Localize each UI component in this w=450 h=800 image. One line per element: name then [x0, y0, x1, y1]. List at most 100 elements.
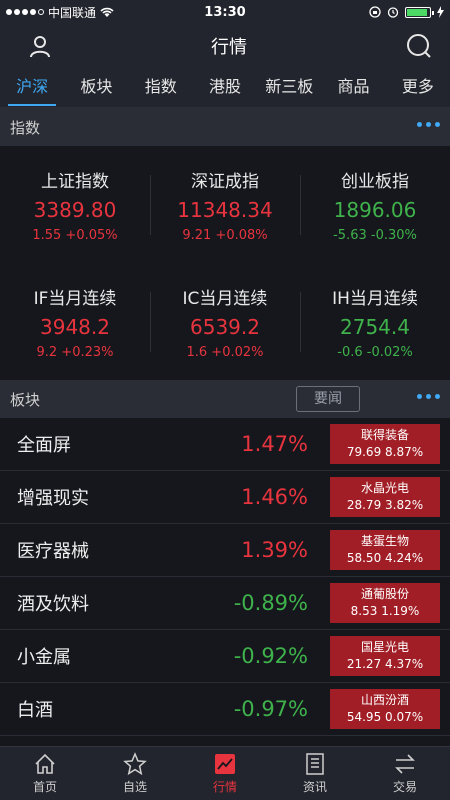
index-value: 11348.34 [177, 197, 273, 222]
index-name: 上证指数 [41, 171, 109, 192]
more-icon[interactable] [417, 122, 440, 127]
leading-stock-info: 28.79 3.82% [346, 498, 424, 512]
tab-watchlist[interactable]: 自选 [90, 747, 180, 800]
search-icon[interactable] [406, 33, 432, 59]
user-icon[interactable] [28, 34, 52, 58]
index-card-ic[interactable]: IC当月连续 6539.2 1.6 +0.02% [150, 284, 300, 360]
sector-change: -0.92% [233, 644, 308, 668]
index-value: 2754.4 [340, 314, 410, 339]
leading-stock-name: 山西汾酒 [360, 693, 409, 707]
index-name: IH当月连续 [332, 288, 418, 309]
tab-label: 交易 [392, 780, 417, 794]
leading-stock-box[interactable]: 基蛋生物 58.50 4.24% [330, 530, 440, 570]
index-row: IF当月连续 3948.2 9.2 +0.23% IC当月连续 6539.2 1… [0, 263, 450, 380]
sector-row[interactable]: 全面屏 1.47% 联得装备 79.69 8.87% [0, 418, 450, 471]
sector-row[interactable]: 白酒 -0.97% 山西汾酒 54.95 0.07% [0, 683, 450, 736]
index-card-if[interactable]: IF当月连续 3948.2 9.2 +0.23% [0, 284, 150, 360]
index-value: 6539.2 [190, 314, 260, 339]
sector-row[interactable]: 小金属 -0.92% 国星光电 21.27 4.37% [0, 630, 450, 683]
page-title: 行情 [211, 37, 247, 58]
index-row: 上证指数 3389.80 1.55 +0.05% 深证成指 11348.34 9… [0, 146, 450, 263]
status-right [369, 6, 444, 18]
nav-bar: 行情 [0, 24, 450, 68]
sector-row[interactable]: 医疗器械 1.39% 基蛋生物 58.50 4.24% [0, 524, 450, 577]
sector-section-header: 板块 要闻 [0, 380, 450, 418]
leading-stock-name: 联得装备 [360, 428, 409, 442]
alarm-icon [387, 7, 399, 18]
index-value: 3948.2 [40, 314, 110, 339]
sector-list: 全面屏 1.47% 联得装备 79.69 8.87% 增强现实 1.46% 水晶… [0, 418, 450, 736]
sector-change: 1.47% [241, 432, 308, 456]
tab-label: 资讯 [302, 780, 327, 794]
leading-stock-name: 基蛋生物 [360, 534, 409, 548]
carrier-label: 中国联通 [48, 5, 97, 20]
sector-name: 医疗器械 [17, 541, 89, 562]
rotation-lock-icon [369, 6, 381, 18]
tab-label: 自选 [122, 780, 147, 794]
sector-change: 1.46% [241, 485, 308, 509]
leading-stock-name: 通葡股份 [360, 587, 409, 601]
tab-more[interactable]: 更多 [386, 68, 450, 108]
sector-row[interactable]: 酒及饮料 -0.89% 通葡股份 8.53 1.19% [0, 577, 450, 630]
tab-news[interactable]: 资讯 [270, 747, 360, 800]
tab-market[interactable]: 行情 [180, 747, 270, 800]
tab-label: 行情 [212, 780, 237, 794]
leading-stock-box[interactable]: 山西汾酒 54.95 0.07% [330, 689, 440, 729]
index-grid: 上证指数 3389.80 1.55 +0.05% 深证成指 11348.34 9… [0, 146, 450, 380]
index-change: 9.2 +0.23% [36, 344, 114, 360]
status-left: 中国联通 [6, 4, 114, 21]
index-card-chinext[interactable]: 创业板指 1896.06 -5.63 -0.30% [300, 167, 450, 243]
index-card-shenzhen[interactable]: 深证成指 11348.34 9.21 +0.08% [150, 167, 300, 243]
leading-stock-info: 21.27 4.37% [346, 657, 424, 671]
index-change: -5.63 -0.30% [333, 227, 417, 243]
tab-trade[interactable]: 交易 [360, 747, 450, 800]
tab-commodities[interactable]: 商品 [321, 68, 385, 108]
index-section-title: 指数 [10, 118, 41, 137]
sector-name: 小金属 [17, 647, 71, 668]
wifi-icon [100, 7, 114, 17]
sector-change: 1.39% [241, 538, 308, 562]
leading-stock-info: 79.69 8.87% [346, 445, 424, 459]
leading-stock-box[interactable]: 水晶光电 28.79 3.82% [330, 477, 440, 517]
signal-icon [6, 9, 44, 15]
sector-name: 白酒 [17, 700, 53, 721]
tab-indices[interactable]: 指数 [129, 68, 193, 108]
leading-stock-name: 水晶光电 [360, 481, 409, 495]
index-value: 3389.80 [33, 197, 117, 222]
index-change: 9.21 +0.08% [182, 227, 268, 243]
leading-stock-box[interactable]: 联得装备 79.69 8.87% [330, 424, 440, 464]
tab-sectors[interactable]: 板块 [64, 68, 128, 108]
sector-section-title: 板块 [10, 390, 41, 409]
index-section-header: 指数 [0, 108, 450, 146]
star-icon [123, 752, 147, 776]
tab-shanghai-shenzhen[interactable]: 沪深 [0, 68, 64, 108]
tab-label: 首页 [32, 780, 57, 794]
tab-hk-stocks[interactable]: 港股 [193, 68, 257, 108]
index-card-ih[interactable]: IH当月连续 2754.4 -0.6 -0.02% [300, 284, 450, 360]
tab-neeq[interactable]: 新三板 [257, 68, 321, 108]
index-value: 1896.06 [333, 197, 417, 222]
index-name: 创业板指 [341, 171, 409, 192]
index-change: -0.6 -0.02% [337, 344, 413, 360]
index-change: 1.55 +0.05% [32, 227, 118, 243]
leading-stock-info: 58.50 4.24% [346, 551, 424, 565]
news-button[interactable]: 要闻 [296, 386, 360, 412]
index-name: 深证成指 [191, 171, 259, 192]
market-tabs: 沪深 板块 指数 港股 新三板 商品 更多 [0, 68, 450, 108]
status-bar: 中国联通 13:30 [0, 0, 450, 24]
more-icon[interactable] [417, 394, 440, 399]
sector-name: 增强现实 [17, 488, 89, 509]
document-icon [306, 753, 324, 775]
leading-stock-box[interactable]: 通葡股份 8.53 1.19% [330, 583, 440, 623]
sector-row[interactable]: 增强现实 1.46% 水晶光电 28.79 3.82% [0, 471, 450, 524]
sector-change: -0.89% [233, 591, 308, 615]
leading-stock-name: 国星光电 [360, 640, 409, 654]
index-card-shanghai[interactable]: 上证指数 3389.80 1.55 +0.05% [0, 167, 150, 243]
index-name: IC当月连续 [182, 288, 268, 309]
home-icon [35, 753, 55, 774]
index-name: IF当月连续 [33, 288, 117, 309]
leading-stock-box[interactable]: 国星光电 21.27 4.37% [330, 636, 440, 676]
tab-home[interactable]: 首页 [0, 747, 90, 800]
battery-icon [405, 6, 434, 18]
transfer-icon [395, 754, 415, 774]
